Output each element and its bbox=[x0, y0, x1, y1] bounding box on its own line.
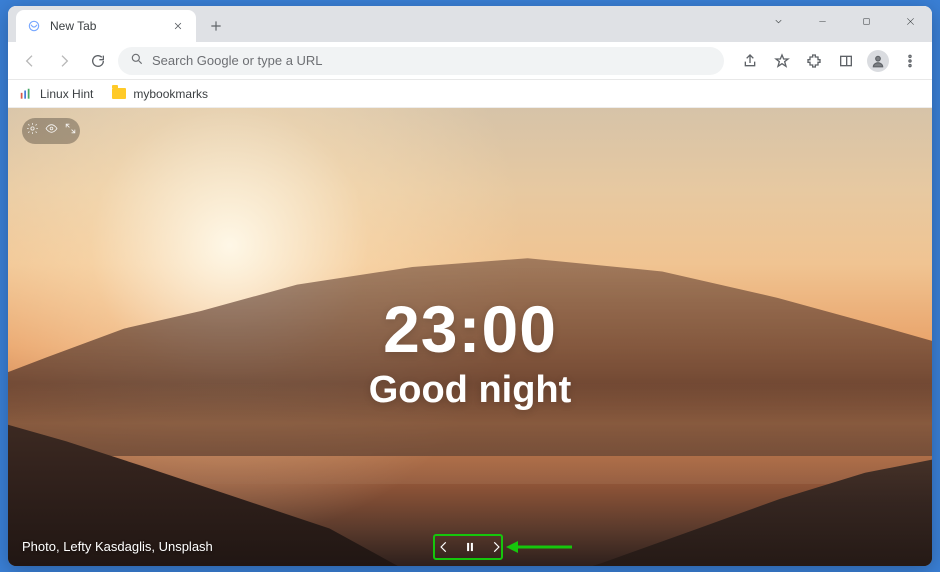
clock-widget: 23:00 Good night bbox=[8, 291, 932, 412]
prev-wallpaper-button[interactable] bbox=[435, 538, 453, 556]
reload-button[interactable] bbox=[84, 47, 112, 75]
eye-icon bbox=[45, 122, 58, 140]
bookmark-star-button[interactable] bbox=[768, 47, 796, 75]
omnibox-placeholder: Search Google or type a URL bbox=[152, 53, 323, 68]
omnibox[interactable]: Search Google or type a URL bbox=[118, 47, 724, 75]
bookmark-label: Linux Hint bbox=[40, 87, 93, 101]
window-close-button[interactable] bbox=[888, 6, 932, 36]
share-button[interactable] bbox=[736, 47, 764, 75]
window-controls bbox=[756, 6, 932, 36]
bookmark-mybookmarks[interactable]: mybookmarks bbox=[111, 86, 208, 102]
new-tab-button[interactable] bbox=[202, 12, 230, 40]
clock-time: 23:00 bbox=[8, 291, 932, 367]
tab-strip: New Tab bbox=[8, 6, 932, 42]
tab-favicon-icon bbox=[26, 18, 42, 34]
gear-icon bbox=[26, 122, 39, 140]
bookmark-linux-hint[interactable]: Linux Hint bbox=[18, 86, 93, 102]
tab-close-button[interactable] bbox=[170, 18, 186, 34]
clock-greeting: Good night bbox=[8, 369, 932, 412]
search-icon bbox=[130, 52, 144, 69]
wallpaper-nav bbox=[435, 538, 505, 556]
menu-button[interactable] bbox=[896, 47, 924, 75]
tab-active[interactable]: New Tab bbox=[16, 10, 196, 42]
newtab-content: 23:00 Good night Photo, Lefty Kasdaglis,… bbox=[8, 108, 932, 566]
window-minimize-button[interactable] bbox=[800, 6, 844, 36]
bookmark-label: mybookmarks bbox=[133, 87, 208, 101]
extensions-button[interactable] bbox=[800, 47, 828, 75]
annotation-arrow-icon bbox=[504, 538, 574, 556]
forward-button[interactable] bbox=[50, 47, 78, 75]
avatar-icon bbox=[867, 50, 889, 72]
toolbar-right bbox=[736, 47, 924, 75]
folder-icon bbox=[111, 86, 127, 102]
tab-title: New Tab bbox=[50, 19, 162, 33]
back-button[interactable] bbox=[16, 47, 44, 75]
side-panel-button[interactable] bbox=[832, 47, 860, 75]
site-icon bbox=[18, 86, 34, 102]
tab-search-button[interactable] bbox=[756, 6, 800, 36]
profile-button[interactable] bbox=[864, 47, 892, 75]
window-maximize-button[interactable] bbox=[844, 6, 888, 36]
toolbar: Search Google or type a URL bbox=[8, 42, 932, 80]
pause-wallpaper-button[interactable] bbox=[461, 538, 479, 556]
next-wallpaper-button[interactable] bbox=[487, 538, 505, 556]
photo-credit: Photo, Lefty Kasdaglis, Unsplash bbox=[22, 539, 213, 554]
browser-window: New Tab bbox=[8, 6, 932, 566]
bookmarks-bar: Linux Hint mybookmarks bbox=[8, 80, 932, 108]
expand-icon bbox=[64, 122, 77, 140]
settings-pill[interactable] bbox=[22, 118, 80, 144]
